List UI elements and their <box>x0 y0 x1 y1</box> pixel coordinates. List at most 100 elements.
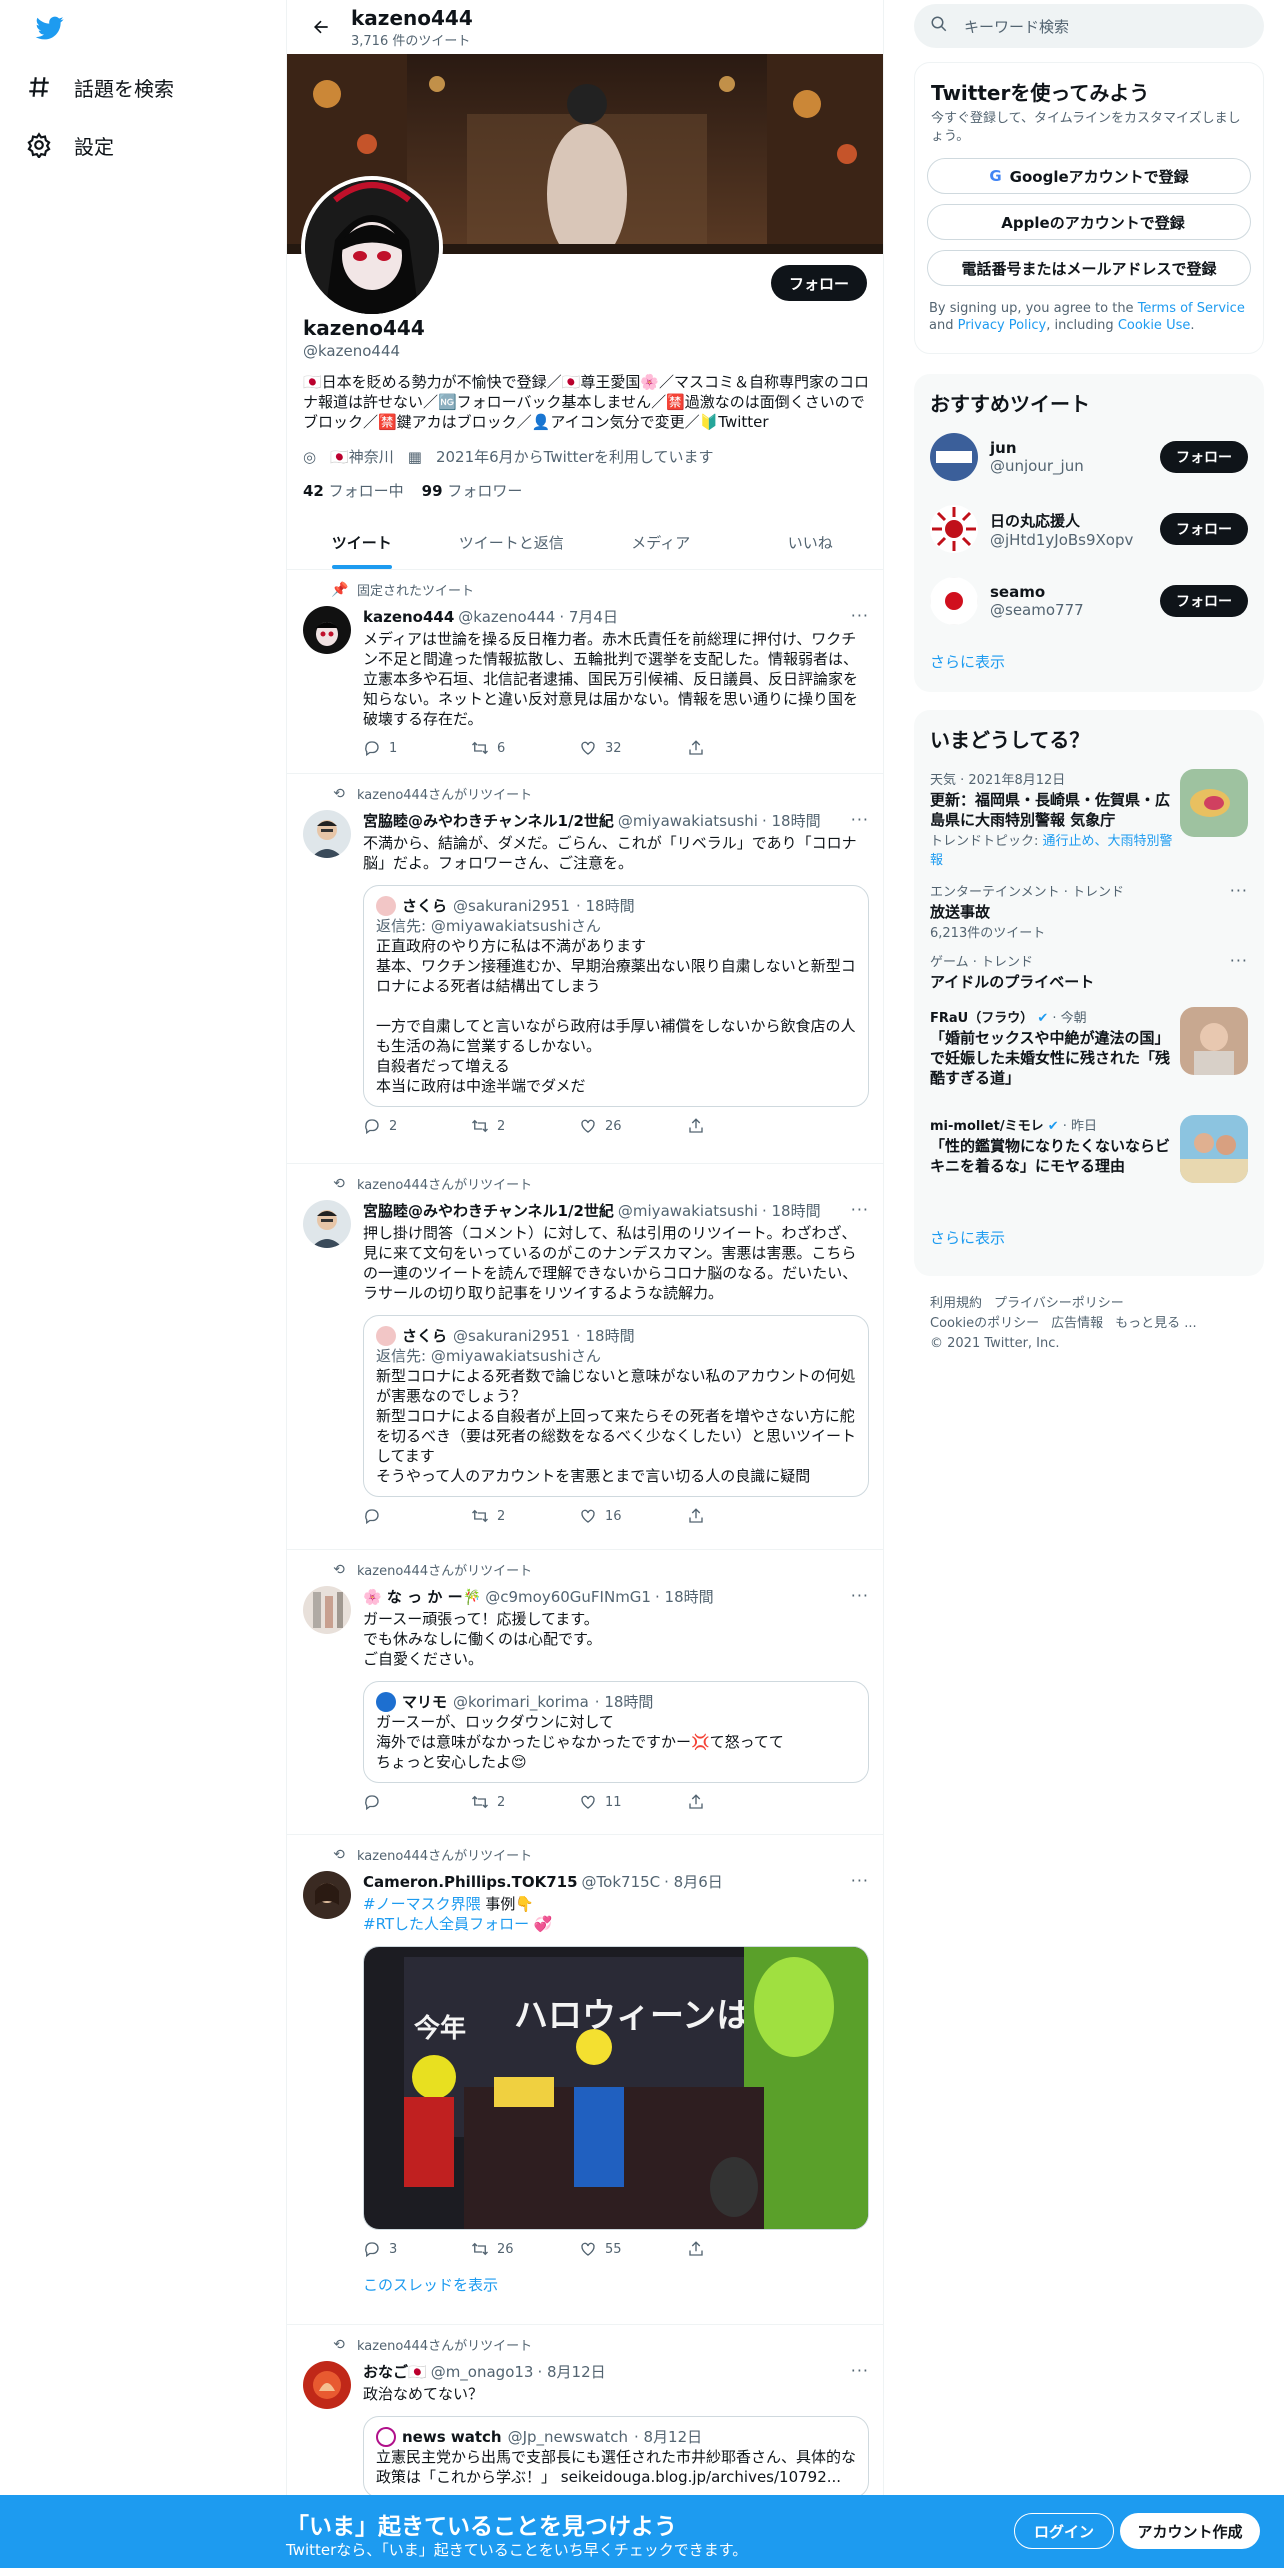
footer-link[interactable]: Cookieのポリシー <box>930 1316 1039 1331</box>
share-button[interactable] <box>687 1793 795 1811</box>
retweet-button[interactable]: 2 <box>471 1793 579 1811</box>
author-name[interactable]: 宮脇睦@みやわきチャンネル1/2世紀 <box>363 1200 614 1221</box>
retweet-button[interactable]: 6 <box>471 739 579 757</box>
like-button[interactable]: 32 <box>579 739 687 757</box>
retweet-button[interactable]: 2 <box>471 1507 579 1525</box>
login-button[interactable]: ログイン <box>1014 2513 1114 2549</box>
trend-item[interactable]: 天気 · 2021年8月12日 更新：福岡県・長崎県・佐賀県・広島県に大雨特別警… <box>914 759 1264 871</box>
tab-tweets[interactable]: ツイート <box>287 516 437 569</box>
avatar[interactable] <box>303 810 351 858</box>
footer-link[interactable]: 広告情報 <box>1051 1316 1103 1331</box>
profile-avatar[interactable] <box>301 176 443 318</box>
like-button[interactable]: 55 <box>579 2240 687 2258</box>
nav-explore[interactable]: 話題を検索 <box>24 62 174 112</box>
author-name[interactable]: 🌸 な っ か ー🎋 <box>363 1586 481 1607</box>
tweet-date[interactable]: · 7月4日 <box>559 606 618 627</box>
reply-button[interactable]: 3 <box>363 2240 471 2258</box>
author-handle[interactable]: @miyawakiatsushi <box>618 1202 758 1220</box>
avatar[interactable] <box>303 2361 351 2409</box>
author-name[interactable]: kazeno444 <box>363 608 454 626</box>
tweet-date[interactable]: · 18時間 <box>655 1586 714 1607</box>
wtf-user[interactable]: 日の丸応援人 @jHtd1yJoBs9Xopv フォロー <box>914 493 1264 565</box>
tweet-media-image[interactable]: ハロウィーンは、 今年 <box>363 1946 869 2230</box>
author-handle[interactable]: @c9moy60GuFINmG1 <box>485 1588 651 1606</box>
like-button[interactable]: 26 <box>579 1117 687 1135</box>
quote-tweet[interactable]: news watch @Jp_newswatch · 8月12日 立憲民主党から出馬… <box>363 2416 869 2498</box>
avatar[interactable] <box>303 1871 351 1919</box>
quote-tweet[interactable]: さくら @sakurani2951 · 18時間 返信先: @miyawakiats… <box>363 885 869 1107</box>
tweet-date[interactable]: · 18時間 <box>762 1200 821 1221</box>
author-handle[interactable]: @kazeno444 <box>458 608 555 626</box>
share-button[interactable] <box>687 2240 795 2258</box>
nav-settings[interactable]: 設定 <box>24 120 114 170</box>
share-button[interactable] <box>687 1117 795 1135</box>
avatar[interactable] <box>303 1200 351 1248</box>
trend-item[interactable]: FRaU（フラウ） ✔ · 今朝 「婚前セックスや中絶が違法の国」で妊娠した未婚… <box>914 997 1264 1105</box>
trend-item[interactable]: エンターテインメント · トレンド 放送事故 6,213件のツイート ··· <box>914 871 1264 941</box>
avatar <box>930 433 978 481</box>
follow-button[interactable]: フォロー <box>770 265 867 301</box>
signup-button[interactable]: アカウント作成 <box>1120 2513 1260 2549</box>
tweet-date[interactable]: · 8月12日 <box>537 2361 605 2382</box>
wtf-user[interactable]: jun @unjour_jun フォロー <box>914 421 1264 493</box>
retweet-button[interactable]: 2 <box>471 1117 579 1135</box>
tab-tweets-replies[interactable]: ツイートと返信 <box>437 516 587 569</box>
wtf-show-more[interactable]: さらに表示 <box>914 637 1264 686</box>
like-button[interactable]: 11 <box>579 1793 687 1811</box>
trends-show-more[interactable]: さらに表示 <box>914 1213 1264 1262</box>
reply-button[interactable]: 1 <box>363 739 471 757</box>
tweet-date[interactable]: · 18時間 <box>762 810 821 831</box>
quote-tweet[interactable]: マリモ @korimari_korima · 18時間 ガースーが、ロックダウンに対… <box>363 1681 869 1783</box>
show-thread-link[interactable]: このスレッドを表示 <box>363 2274 869 2295</box>
twitter-logo-icon[interactable] <box>34 14 66 42</box>
reply-button[interactable] <box>363 1793 471 1811</box>
footer-link[interactable]: もっと見る ... <box>1115 1316 1197 1331</box>
reply-button[interactable]: 2 <box>363 1117 471 1135</box>
tab-media[interactable]: メディア <box>586 516 736 569</box>
tweet-date[interactable]: · 8月6日 <box>664 1871 723 1892</box>
search-box[interactable]: キーワード検索 <box>914 4 1264 48</box>
author-handle[interactable]: @miyawakiatsushi <box>618 812 758 830</box>
followers-link[interactable]: 99 フォロワー <box>422 480 523 501</box>
terms-link[interactable]: Terms of Service <box>1138 301 1245 316</box>
like-button[interactable]: 16 <box>579 1507 687 1525</box>
author-handle[interactable]: @Tok715C <box>582 1873 661 1891</box>
follow-button[interactable]: フォロー <box>1160 513 1248 545</box>
share-button[interactable] <box>687 739 795 757</box>
more-icon[interactable]: ··· <box>1230 951 1248 970</box>
author-name[interactable]: 宮脇睦@みやわきチャンネル1/2世紀 <box>363 810 614 831</box>
follow-button[interactable]: フォロー <box>1160 585 1248 617</box>
footer-link[interactable]: 利用規約 <box>930 1296 982 1311</box>
tweet[interactable]: ⟲ kazeno444さんがリツイート ··· 🌸 な っ か ー🎋 @c9moy6… <box>287 1550 883 1835</box>
avatar[interactable] <box>303 606 351 654</box>
tweet[interactable]: ⟲ kazeno444さんがリツイート ··· Cameron.Phillips.… <box>287 1835 883 2325</box>
trend-item[interactable]: ゲーム · トレンド アイドルのプライベート ··· <box>914 941 1264 997</box>
author-name[interactable]: おなご🇯🇵 <box>363 2361 427 2382</box>
tweet[interactable]: ⟲ kazeno444さんがリツイート ··· 宮脇睦@みやわきチャンネル1/2世… <box>287 774 883 1164</box>
hashtag-link[interactable]: #ノーマスク界隈 <box>363 1895 481 1913</box>
tweet[interactable]: 📌 固定されたツイート ··· kazeno444 @kazeno444 · 7月4日… <box>287 570 883 774</box>
back-button[interactable] <box>303 9 339 45</box>
more-icon[interactable]: ··· <box>1230 881 1248 900</box>
hashtag-link[interactable]: #RTした人全員フォロー <box>363 1915 529 1933</box>
retweet-button[interactable]: 26 <box>471 2240 579 2258</box>
tweet[interactable]: ⟲ kazeno444さんがリツイート ··· 宮脇睦@みやわきチャンネル1/2世… <box>287 1164 883 1550</box>
wtf-user[interactable]: seamo @seamo777 フォロー <box>914 565 1264 637</box>
google-signup-button[interactable]: G Googleアカウントで登録 <box>927 158 1251 194</box>
search-input[interactable]: キーワード検索 <box>964 16 1069 37</box>
cookie-link[interactable]: Cookie Use <box>1118 318 1191 333</box>
apple-signup-button[interactable]: Appleのアカウントで登録 <box>927 204 1251 240</box>
phone-signup-button[interactable]: 電話番号またはメールアドレスで登録 <box>927 250 1251 286</box>
privacy-link[interactable]: Privacy Policy <box>958 318 1047 333</box>
author-handle[interactable]: @m_onago13 <box>431 2363 534 2381</box>
share-button[interactable] <box>687 1507 795 1525</box>
footer-link[interactable]: プライバシーポリシー <box>994 1296 1124 1311</box>
avatar[interactable] <box>303 1586 351 1634</box>
following-link[interactable]: 42 フォロー中 <box>303 480 404 501</box>
author-name[interactable]: Cameron.Phillips.TOK715 <box>363 1873 578 1891</box>
trend-item[interactable]: mi-mollet/ミモレ ✔ · 昨日 「性的鑑賞物になりたくないならビキニを… <box>914 1105 1264 1213</box>
follow-button[interactable]: フォロー <box>1160 441 1248 473</box>
quote-tweet[interactable]: さくら @sakurani2951 · 18時間 返信先: @miyawakiats… <box>363 1315 869 1497</box>
reply-button[interactable] <box>363 1507 471 1525</box>
tab-likes[interactable]: いいね <box>736 516 884 569</box>
